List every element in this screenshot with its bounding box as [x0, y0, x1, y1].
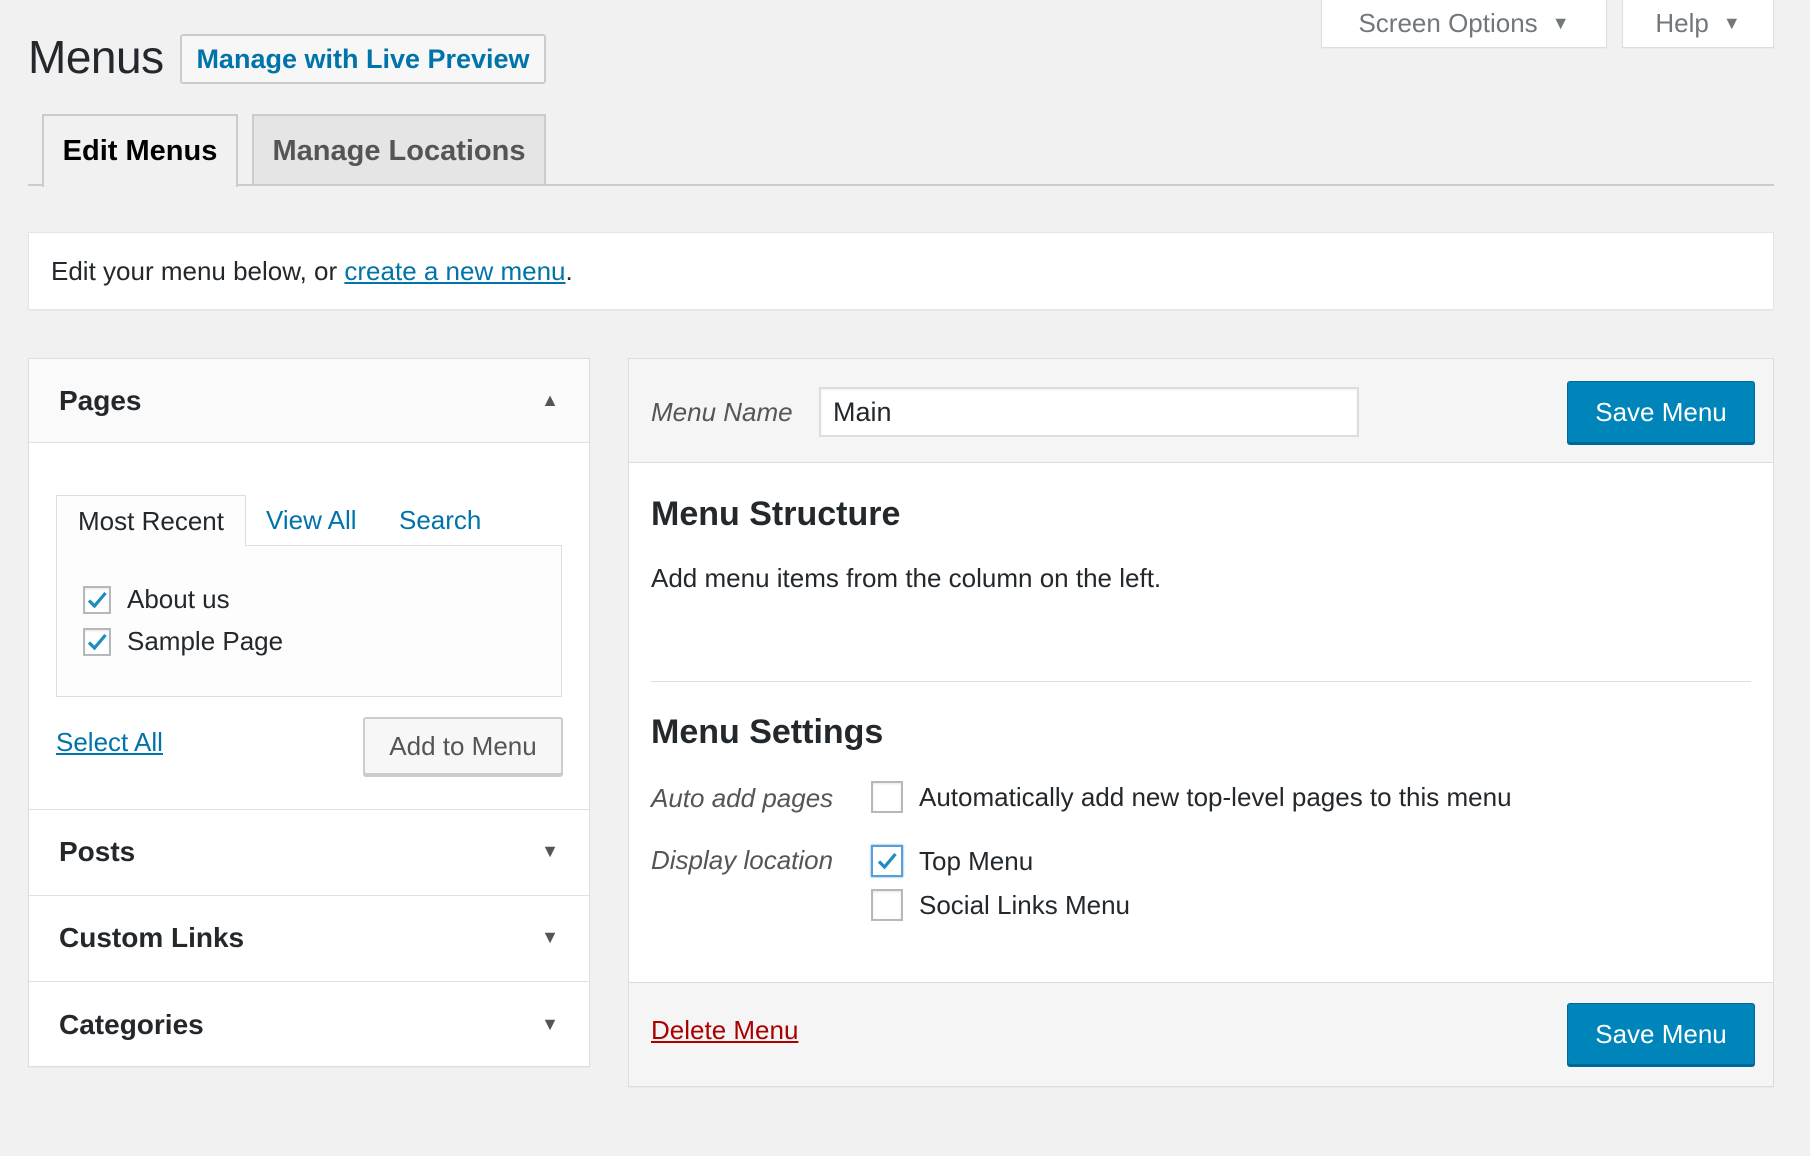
add-to-menu-button[interactable]: Add to Menu	[363, 717, 563, 775]
auto-add-pages-option[interactable]: Automatically add new top-level pages to…	[871, 781, 1512, 813]
checkmark-icon	[87, 591, 107, 608]
posts-section-title: Posts	[59, 835, 136, 867]
notice-text: Edit your menu below, or	[51, 255, 345, 286]
caret-down-icon: ▼	[1551, 13, 1570, 33]
location-top-menu[interactable]: Top Menu	[871, 845, 1033, 877]
tab-divider	[28, 184, 1774, 186]
categories-section-header[interactable]: Categories ▼	[29, 981, 589, 1067]
location-label: Social Links Menu	[919, 889, 1130, 920]
menu-name-input[interactable]: Main	[819, 387, 1359, 437]
tab-view-all[interactable]: View All	[266, 495, 357, 545]
caret-down-icon: ▼	[541, 1014, 559, 1034]
page-item-label: Sample Page	[127, 626, 284, 656]
help-label: Help	[1655, 8, 1709, 38]
location-label: Top Menu	[919, 845, 1034, 876]
most-recent-pages-list: About us Sample Page	[56, 545, 562, 697]
save-menu-button[interactable]: Save Menu	[1567, 381, 1755, 443]
help-button[interactable]: Help ▼	[1622, 0, 1774, 48]
page-title: Menus	[28, 31, 164, 83]
page-item-sample-page[interactable]: Sample Page	[83, 626, 283, 657]
screen-options-button[interactable]: Screen Options ▼	[1321, 0, 1607, 48]
manage-with-live-preview-button[interactable]: Manage with Live Preview	[180, 34, 546, 84]
add-menu-items-panel: Pages ▲ Most Recent View All Search Abou…	[28, 358, 590, 1067]
menu-structure-title: Menu Structure	[651, 495, 901, 533]
auto-add-pages-label: Auto add pages	[651, 783, 834, 813]
caret-down-icon: ▼	[541, 927, 559, 947]
save-menu-button[interactable]: Save Menu	[1567, 1003, 1755, 1065]
menu-structure-instructions: Add menu items from the column on the le…	[651, 563, 1162, 593]
categories-section-title: Categories	[59, 1008, 204, 1040]
tab-manage-locations[interactable]: Manage Locations	[252, 114, 546, 186]
checkbox[interactable]	[83, 585, 111, 614]
notice-text-end: .	[565, 255, 573, 286]
auto-add-option-label: Automatically add new top-level pages to…	[919, 781, 1512, 812]
pages-section-header[interactable]: Pages ▲	[29, 359, 589, 443]
top-menu-checkbox[interactable]	[871, 845, 903, 877]
checkmark-icon	[877, 852, 897, 870]
screen-options-label: Screen Options	[1358, 8, 1538, 38]
tab-edit-menus[interactable]: Edit Menus	[42, 114, 238, 187]
menu-editor-panel: Menu Name Main Save Menu Menu Structure …	[628, 358, 1774, 1087]
delete-menu-link[interactable]: Delete Menu	[651, 1015, 798, 1046]
menu-settings-title: Menu Settings	[651, 713, 884, 751]
create-new-menu-link[interactable]: create a new menu	[344, 256, 565, 287]
caret-down-icon: ▼	[541, 841, 559, 861]
pages-section-title: Pages	[59, 384, 142, 416]
display-location-label: Display location	[651, 845, 834, 875]
location-social-links-menu[interactable]: Social Links Menu	[871, 889, 1130, 921]
tab-most-recent[interactable]: Most Recent	[56, 495, 246, 546]
checkbox[interactable]	[83, 627, 111, 656]
custom-links-section-header[interactable]: Custom Links ▼	[29, 895, 589, 979]
menu-name-label: Menu Name	[651, 397, 793, 427]
auto-add-checkbox[interactable]	[871, 781, 903, 813]
social-links-checkbox[interactable]	[871, 889, 903, 921]
menu-editor-header: Menu Name Main Save Menu	[629, 359, 1773, 463]
checkmark-icon	[87, 633, 107, 650]
custom-links-section-title: Custom Links	[59, 921, 245, 953]
edit-menu-notice: Edit your menu below, or create a new me…	[28, 232, 1774, 310]
caret-up-icon: ▲	[541, 390, 559, 410]
page-item-label: About us	[127, 584, 230, 614]
caret-down-icon: ▼	[1722, 13, 1741, 33]
select-all-link[interactable]: Select All	[56, 727, 163, 758]
menu-editor-footer: Delete Menu Save Menu	[629, 982, 1773, 1086]
posts-section-header[interactable]: Posts ▼	[29, 809, 589, 893]
page-item-about-us[interactable]: About us	[83, 584, 230, 615]
tab-search[interactable]: Search	[399, 495, 481, 545]
section-divider	[651, 681, 1751, 682]
